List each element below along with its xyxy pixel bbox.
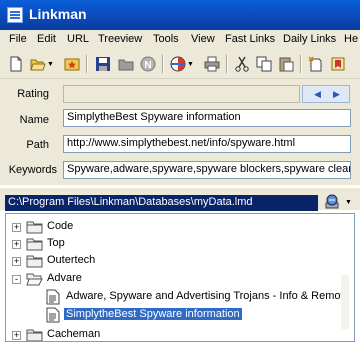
path-input[interactable]: http://www.simplythebest.net/info/spywar…	[63, 135, 351, 153]
title-bar[interactable]: Linkman	[0, 0, 360, 30]
rating-spinner[interactable]: ◀ ▶	[302, 85, 350, 103]
folder-icon	[26, 221, 43, 234]
name-label: Name	[19, 114, 49, 126]
printer-icon[interactable]	[204, 56, 220, 72]
menu-treeview[interactable]: Treeview	[98, 33, 142, 45]
tree-item-outertech[interactable]: + Outertech	[6, 252, 346, 270]
expand-icon[interactable]: +	[12, 257, 21, 266]
toolbar-separator	[86, 55, 87, 73]
tree-item-label: Cacheman	[47, 328, 101, 340]
rating-field[interactable]	[63, 85, 300, 103]
collapse-icon[interactable]: -	[12, 275, 21, 284]
cut-icon[interactable]	[234, 56, 250, 72]
app-icon	[7, 7, 23, 23]
tree-item-code[interactable]: + Code	[6, 218, 346, 236]
chevron-down-icon[interactable]: ▼	[345, 199, 352, 206]
menu-edit[interactable]: Edit	[37, 33, 56, 45]
tree-item-label: Advare	[47, 272, 82, 284]
expand-icon[interactable]: +	[12, 223, 21, 232]
menu-daily-links[interactable]: Daily Links	[283, 33, 336, 45]
keywords-label: Keywords	[8, 164, 57, 176]
menu-help[interactable]: He	[344, 33, 358, 45]
chevron-down-icon[interactable]: ▼	[187, 61, 194, 68]
menu-view[interactable]: View	[191, 33, 215, 45]
n-badge-icon[interactable]: N	[140, 56, 156, 72]
linkman-window: Linkman File Edit URL Treeview Tools Vie…	[0, 0, 360, 342]
tree-item-link-selected[interactable]: SimplytheBest Spyware information	[6, 306, 346, 324]
bookmark-tree: + Code + Top + Outertech - Advare Adware…	[5, 213, 355, 342]
rating-increase-icon[interactable]: ▶	[333, 89, 340, 100]
tree-item-link[interactable]: Adware, Spyware and Advertising Trojans …	[6, 288, 346, 306]
keywords-input[interactable]: Spyware,adware,spyware,spyware blockers,…	[63, 161, 351, 179]
rating-decrease-icon[interactable]: ◀	[314, 89, 321, 100]
window-title: Linkman	[29, 6, 87, 22]
menu-bar: File Edit URL Treeview Tools View Fast L…	[0, 30, 360, 50]
rating-label: Rating	[17, 88, 49, 100]
tree-item-cacheman[interactable]: + Cacheman	[6, 326, 346, 341]
document-icon	[46, 289, 60, 305]
new-item-icon[interactable]	[308, 56, 324, 72]
database-path[interactable]: C:\Program Files\Linkman\Databases\myDat…	[5, 195, 318, 211]
chevron-down-icon[interactable]: ▼	[47, 61, 54, 68]
toolbar: ▼ N ▼	[0, 50, 360, 79]
expand-icon[interactable]: +	[12, 331, 21, 340]
path-label: Path	[26, 139, 49, 151]
name-input[interactable]: SimplytheBest Spyware information	[63, 109, 351, 127]
tree-item-label: Top	[47, 237, 65, 249]
document-icon	[46, 307, 60, 323]
paste-icon[interactable]	[278, 56, 294, 72]
tree-item-top[interactable]: + Top	[6, 235, 346, 253]
bookmark-icon[interactable]	[330, 56, 346, 72]
svg-text:N: N	[144, 60, 151, 71]
tree-item-label: Outertech	[47, 254, 96, 266]
tree-item-label: Code	[47, 220, 74, 232]
menu-fast-links[interactable]: Fast Links	[225, 33, 275, 45]
save-icon[interactable]	[95, 56, 111, 72]
new-document-icon[interactable]	[8, 56, 24, 72]
open-folder-icon	[26, 273, 43, 286]
toolbar-separator	[226, 55, 227, 73]
browser-icon[interactable]	[170, 56, 186, 72]
tree-item-advare[interactable]: - Advare	[6, 270, 346, 288]
tree-item-label: Adware, Spyware and Advertising Trojans …	[66, 290, 347, 302]
database-sync-icon[interactable]	[324, 194, 342, 210]
folder-icon	[26, 329, 43, 341]
tree-scrollbar[interactable]	[341, 275, 349, 329]
expand-icon[interactable]: +	[12, 240, 21, 249]
folder-icon[interactable]	[118, 56, 134, 72]
menu-tools[interactable]: Tools	[153, 33, 179, 45]
menu-file[interactable]: File	[9, 33, 27, 45]
toolbar-separator	[300, 55, 301, 73]
menu-url[interactable]: URL	[67, 33, 89, 45]
copy-icon[interactable]	[256, 56, 272, 72]
folder-icon	[26, 255, 43, 268]
open-folder-icon[interactable]	[30, 56, 46, 72]
star-icon[interactable]	[64, 56, 80, 72]
toolbar-separator	[162, 55, 163, 73]
folder-icon	[26, 238, 43, 251]
tree-item-label: SimplytheBest Spyware information	[63, 307, 243, 321]
